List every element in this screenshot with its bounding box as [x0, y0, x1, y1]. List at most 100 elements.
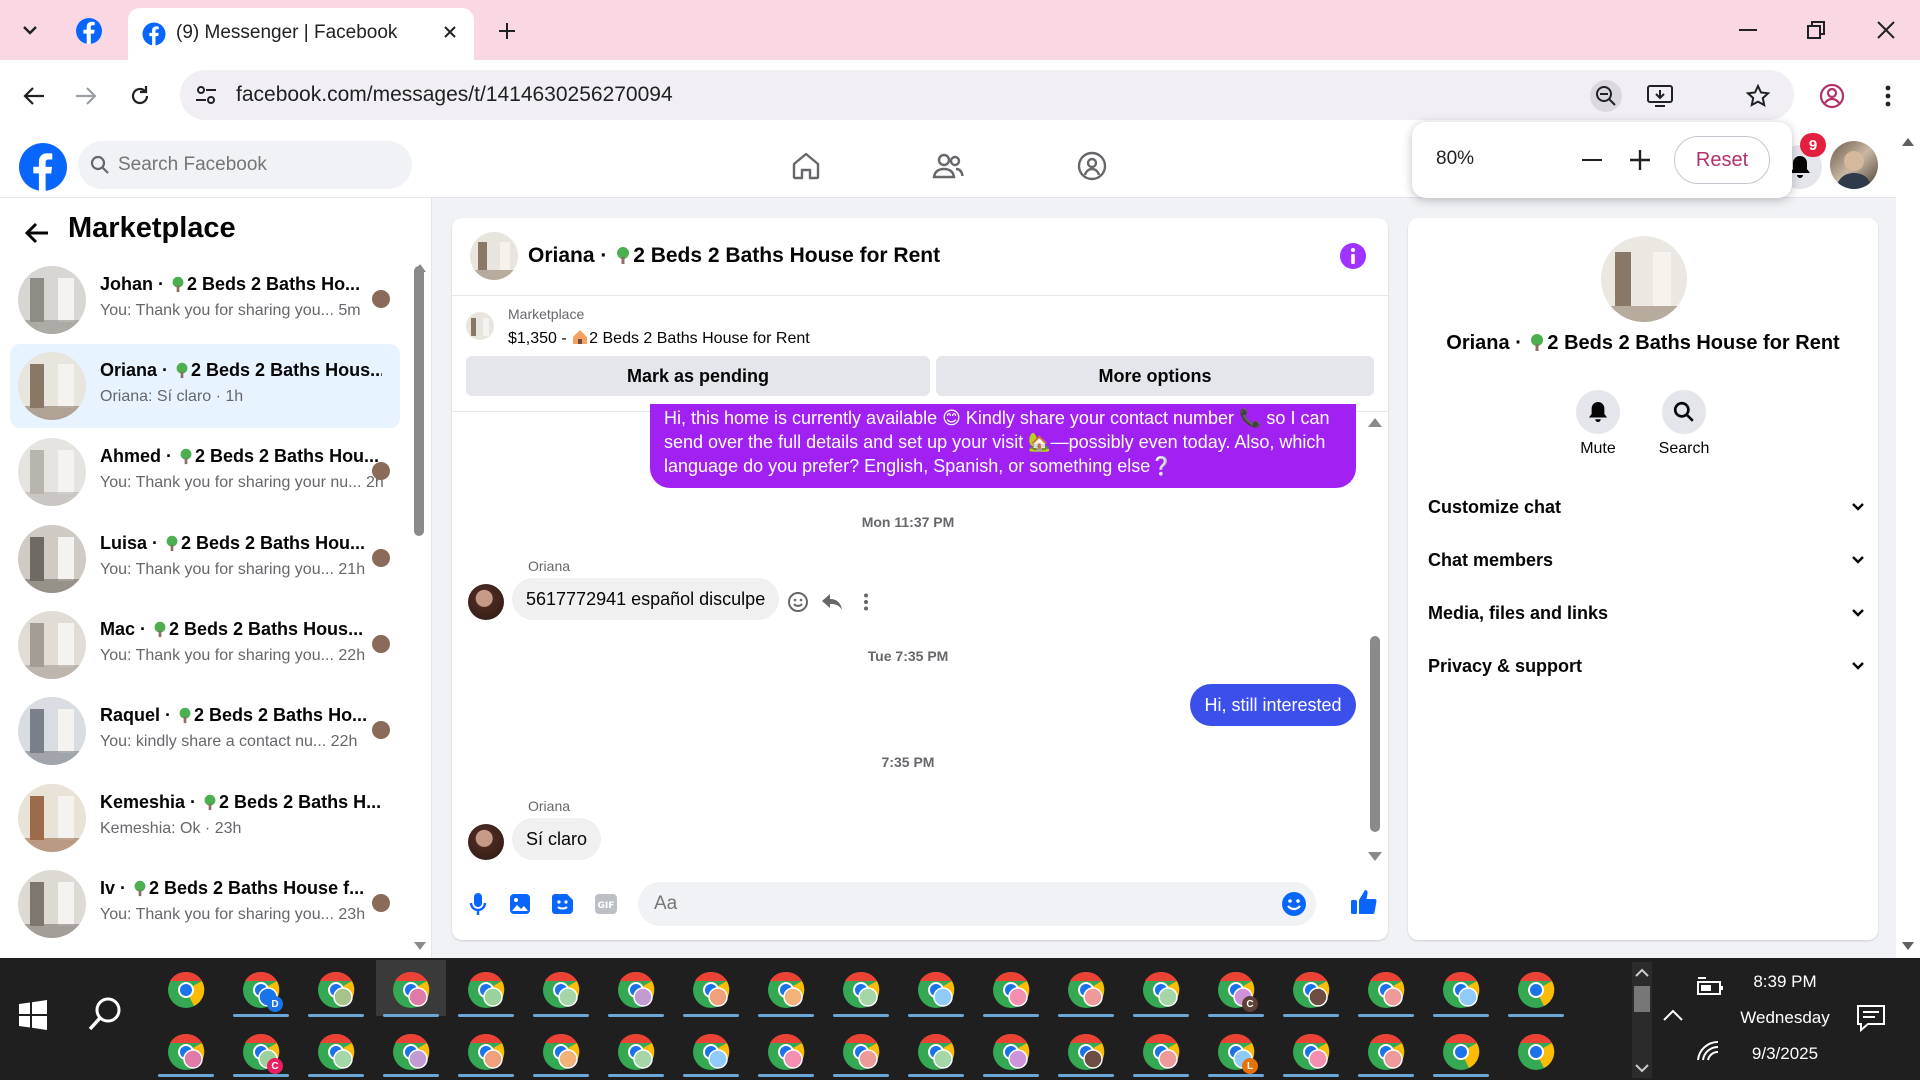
close-window-button[interactable] — [1858, 8, 1914, 52]
taskbar-chrome-window[interactable] — [691, 970, 731, 1010]
section-media-files-links[interactable]: Media, files and links — [1428, 598, 1864, 628]
taskbar-chrome-window[interactable] — [766, 970, 806, 1010]
nav-groups[interactable] — [1070, 144, 1114, 188]
notification-center-button[interactable] — [1856, 1004, 1890, 1036]
address-bar[interactable]: facebook.com/messages/t/1414630256270094 — [180, 70, 1794, 120]
outgoing-message[interactable]: Hi, this home is currently available 😊 K… — [650, 404, 1356, 488]
section-privacy-support[interactable]: Privacy & support — [1428, 651, 1864, 681]
outgoing-message[interactable]: Hi, still interested — [1190, 684, 1356, 726]
chat-scroll-up[interactable] — [1366, 414, 1384, 430]
send-like-button[interactable] — [1346, 884, 1382, 920]
marketplace-back-button[interactable] — [22, 218, 52, 248]
taskbar-chrome-window[interactable] — [841, 1032, 881, 1072]
taskbar-chrome-window[interactable] — [1441, 970, 1481, 1010]
zoom-indicator-button[interactable] — [1590, 80, 1622, 112]
profile-button[interactable] — [1816, 80, 1848, 112]
more-options-button[interactable]: More options — [936, 356, 1374, 396]
conversation-item[interactable]: Kemeshia · 2 Beds 2 Baths H... Kemeshia: … — [10, 776, 400, 860]
sender-avatar[interactable] — [468, 824, 504, 860]
nav-friends[interactable] — [926, 144, 970, 188]
taskbar-chrome-window[interactable] — [1291, 1032, 1331, 1072]
taskbar-chrome-window[interactable] — [1441, 1032, 1481, 1072]
site-info-icon[interactable] — [194, 83, 218, 107]
taskbar-chrome-window[interactable] — [1291, 970, 1331, 1010]
show-hidden-icons-button[interactable] — [1662, 1008, 1688, 1032]
mark-as-pending-button[interactable]: Mark as pending — [466, 356, 930, 396]
details-avatar[interactable] — [1601, 236, 1687, 322]
taskbar-chrome-window[interactable] — [991, 970, 1031, 1010]
tab-messenger[interactable]: (9) Messenger | Facebook — [128, 8, 474, 60]
taskbar-chrome-window[interactable] — [466, 1032, 506, 1072]
close-tab-button[interactable] — [436, 18, 464, 46]
minimize-window-button[interactable] — [1720, 8, 1776, 52]
taskbar-chrome-window[interactable] — [1066, 970, 1106, 1010]
taskbar-search-button[interactable] — [88, 996, 128, 1036]
chat-scrollbar-thumb[interactable] — [1370, 636, 1380, 832]
bookmark-star-button[interactable] — [1742, 80, 1774, 112]
browser-menu-button[interactable] — [1872, 80, 1904, 112]
taskbar-chrome-window[interactable] — [1141, 970, 1181, 1010]
incoming-message[interactable]: 5617772941 español disculpe — [512, 578, 780, 620]
taskbar-chrome-window[interactable]: C — [241, 1032, 283, 1074]
message-composer[interactable] — [638, 882, 1316, 926]
taskbar-chrome-window[interactable] — [541, 1032, 581, 1072]
gif-button[interactable]: GIF — [590, 888, 622, 920]
tray-clock-day[interactable]: Wednesday — [1720, 1008, 1850, 1028]
listing-thumbnail[interactable] — [466, 312, 494, 340]
sender-avatar[interactable] — [468, 584, 504, 620]
taskbar-chrome-window[interactable] — [166, 970, 206, 1010]
facebook-search[interactable] — [78, 141, 412, 189]
taskbar-chrome-window[interactable] — [166, 1032, 206, 1072]
taskbar-chrome-window[interactable] — [1516, 1032, 1556, 1072]
taskbar-chrome-window[interactable] — [316, 1032, 356, 1072]
taskbar-chrome-window[interactable] — [1066, 1032, 1106, 1072]
conversation-item[interactable]: Luisa · 2 Beds 2 Baths Hou... You: Thank … — [10, 517, 400, 601]
url-text[interactable]: facebook.com/messages/t/1414630256270094 — [236, 83, 673, 107]
facebook-pinned-tab[interactable] — [72, 14, 106, 48]
voice-clip-button[interactable] — [462, 888, 494, 920]
sticker-button[interactable] — [547, 888, 579, 920]
zoom-reset-button[interactable]: Reset — [1674, 136, 1770, 184]
forward-button[interactable] — [66, 76, 106, 116]
restore-window-button[interactable] — [1788, 8, 1844, 52]
sidebar-scrollbar-thumb[interactable] — [414, 266, 424, 536]
reply-button[interactable] — [818, 588, 846, 616]
taskbar-chrome-window[interactable]: C — [1216, 970, 1258, 1012]
taskbar-chrome-window[interactable] — [541, 970, 581, 1010]
taskbar-chrome-window[interactable] — [316, 970, 356, 1010]
start-button[interactable] — [18, 1000, 54, 1036]
tray-clock-time[interactable]: 8:39 PM — [1720, 972, 1850, 992]
taskbar-chrome-window[interactable] — [916, 1032, 956, 1072]
taskbar-chrome-window[interactable] — [1366, 970, 1406, 1010]
taskbar-chrome-window[interactable]: D — [241, 970, 283, 1012]
taskbar-chrome-window[interactable] — [991, 1032, 1031, 1072]
taskbar-chrome-window[interactable] — [1141, 1032, 1181, 1072]
conversation-item[interactable]: Iv · 2 Beds 2 Baths House f... You: Thank… — [10, 862, 400, 946]
taskbar-chrome-window[interactable] — [691, 1032, 731, 1072]
incoming-message[interactable]: Sí claro — [512, 818, 602, 860]
zoom-in-button[interactable] — [1620, 142, 1660, 178]
section-customize-chat[interactable]: Customize chat — [1428, 492, 1864, 522]
conversation-item[interactable]: Johan · 2 Beds 2 Baths Ho... You: Thank y… — [10, 258, 400, 342]
attach-photo-button[interactable] — [504, 888, 536, 920]
chat-avatar[interactable] — [470, 232, 518, 280]
back-button[interactable] — [14, 76, 54, 116]
tray-clock-date[interactable]: 9/3/2025 — [1720, 1044, 1850, 1064]
conversation-item[interactable]: Raquel · 2 Beds 2 Baths Ho... You: kindly… — [10, 689, 400, 773]
install-app-button[interactable] — [1644, 80, 1676, 112]
nav-home[interactable] — [784, 144, 828, 188]
mute-button[interactable] — [1576, 390, 1620, 434]
taskbar-chrome-window[interactable] — [1366, 1032, 1406, 1072]
chat-scroll-down[interactable] — [1366, 848, 1384, 864]
taskbar-chrome-window[interactable] — [616, 970, 656, 1010]
new-tab-button[interactable] — [490, 14, 524, 48]
search-input[interactable] — [118, 149, 398, 181]
message-more-button[interactable] — [852, 588, 880, 616]
section-chat-members[interactable]: Chat members — [1428, 545, 1864, 575]
taskbar-chrome-window[interactable]: L — [1216, 1032, 1258, 1074]
taskbar-chrome-window[interactable] — [391, 970, 431, 1010]
taskbar-chrome-window[interactable] — [1516, 970, 1556, 1010]
taskbar-chrome-window[interactable] — [391, 1032, 431, 1072]
taskbar-scroll[interactable] — [1632, 962, 1652, 1078]
taskbar-chrome-window[interactable] — [766, 1032, 806, 1072]
